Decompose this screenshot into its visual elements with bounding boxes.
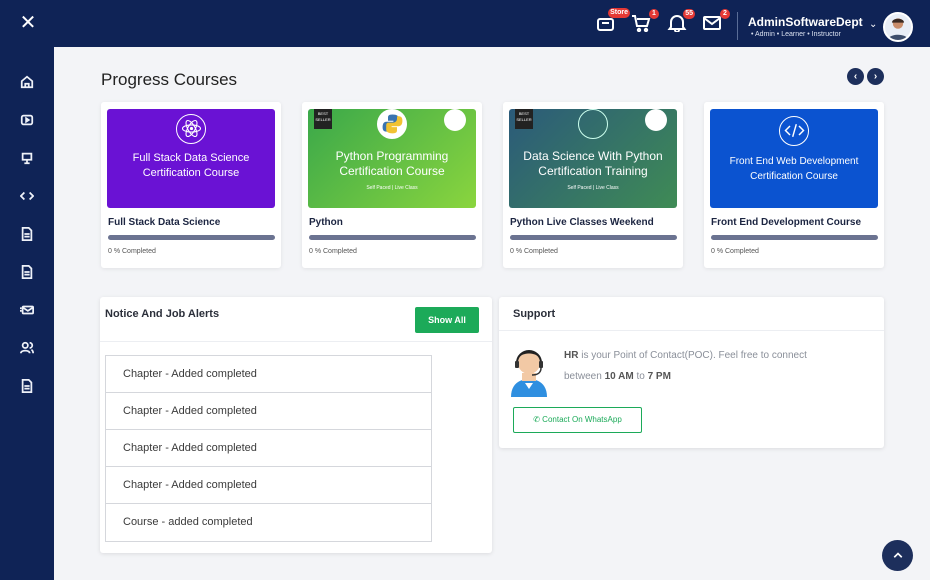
header-divider xyxy=(737,12,738,40)
sidebar xyxy=(0,47,54,580)
mail-icon[interactable]: 2 xyxy=(702,9,730,34)
store-badge: Store xyxy=(608,8,630,18)
progress-label: 0 % Completed xyxy=(309,248,357,255)
course-thumbnail[interactable]: Front End Web Development Certification … xyxy=(710,109,878,208)
video-icon[interactable] xyxy=(18,113,36,131)
progress-bar xyxy=(711,235,878,240)
panel-divider xyxy=(100,341,492,342)
panel-divider xyxy=(499,330,884,331)
support-text-between: between xyxy=(564,371,602,382)
support-panel: Support HR is your Point of Contact(POC)… xyxy=(499,297,884,448)
store-icon[interactable]: Store xyxy=(596,8,630,34)
user-roles: • Admin • Learner • Instructor xyxy=(751,31,841,38)
whatsapp-icon: ✆ xyxy=(533,415,540,424)
support-title: Support xyxy=(513,308,556,320)
progress-courses-title: Progress Courses xyxy=(101,70,238,89)
top-bar: ✕ Store 1 55 2 AdminSoftwareDept • Admin… xyxy=(0,0,930,47)
course-name[interactable]: Front End Development Course xyxy=(711,217,861,228)
thumb-title: Python Programming Certification Course xyxy=(335,149,449,178)
show-all-button[interactable]: Show All xyxy=(415,307,479,333)
code-icon xyxy=(779,116,809,146)
chevron-right-icon[interactable]: › xyxy=(867,68,884,85)
thumb-title: Front End Web Development Certification … xyxy=(729,156,859,182)
mail-badge: 2 xyxy=(720,9,730,19)
python-icon xyxy=(377,109,407,139)
support-to: to xyxy=(636,371,645,382)
course-card[interactable]: Full Stack Data Science Certification Co… xyxy=(101,102,281,268)
support-hr: HR xyxy=(564,350,579,361)
progress-bar xyxy=(510,235,677,240)
notice-title: Notice And Job Alerts xyxy=(105,308,220,320)
presentation-icon[interactable] xyxy=(18,151,36,169)
instructor-avatar xyxy=(444,109,466,131)
thumb-title: Full Stack Data Science Certification Co… xyxy=(132,152,250,179)
progress-label: 0 % Completed xyxy=(510,248,558,255)
progress-label: 0 % Completed xyxy=(711,248,759,255)
support-text-line1: is your Point of Contact(POC). Feel free… xyxy=(581,350,807,361)
scroll-to-top-button[interactable] xyxy=(882,540,913,571)
progress-bar xyxy=(108,235,275,240)
document-icon[interactable] xyxy=(18,227,36,245)
whatsapp-button[interactable]: ✆ Contact On WhatsApp xyxy=(513,407,642,433)
close-icon[interactable]: ✕ xyxy=(18,13,38,33)
cart-icon[interactable]: 1 xyxy=(631,9,659,34)
course-thumbnail[interactable]: BEST SELLER Python Programming Certifica… xyxy=(308,109,476,208)
notice-panel: Notice And Job Alerts Show All Chapter -… xyxy=(100,297,492,553)
list-item[interactable]: Chapter - Added completed xyxy=(106,430,431,467)
thumb-subtitle: Self Paced | Live Class xyxy=(567,185,619,191)
whatsapp-label: Contact On WhatsApp xyxy=(542,415,622,424)
course-thumbnail[interactable]: Full Stack Data Science Certification Co… xyxy=(107,109,275,208)
instructor-avatar xyxy=(645,109,667,131)
thumb-title: Data Science With Python Certification T… xyxy=(523,149,663,178)
document-icon[interactable] xyxy=(18,265,36,283)
course-card[interactable]: Front End Web Development Certification … xyxy=(704,102,884,268)
bell-badge: 55 xyxy=(683,9,695,19)
chevron-down-icon[interactable]: ⌄ xyxy=(869,19,877,30)
atom-icon xyxy=(176,114,206,144)
home-icon[interactable] xyxy=(18,75,36,93)
chevron-left-icon[interactable]: ‹ xyxy=(847,68,864,85)
list-item[interactable]: Course - added completed xyxy=(106,504,431,541)
course-thumbnail[interactable]: BEST SELLER Data Science With Python Cer… xyxy=(509,109,677,208)
avatar[interactable] xyxy=(883,12,913,42)
users-icon[interactable] xyxy=(18,341,36,359)
list-item[interactable]: Chapter - Added completed xyxy=(106,467,431,504)
list-item[interactable]: Chapter - Added completed xyxy=(106,393,431,430)
course-name[interactable]: Full Stack Data Science xyxy=(108,217,220,228)
notice-list: Chapter - Added completed Chapter - Adde… xyxy=(105,355,432,542)
code-icon[interactable] xyxy=(18,189,36,207)
mail-icon[interactable] xyxy=(18,303,36,321)
support-agent-icon xyxy=(507,343,551,397)
course-name[interactable]: Python xyxy=(309,217,343,228)
best-seller-ribbon: BEST SELLER xyxy=(314,109,332,129)
data-science-icon xyxy=(578,109,608,139)
thumb-subtitle: Self Paced | Live Class xyxy=(366,185,418,191)
support-from: 10 AM xyxy=(604,371,634,382)
cart-badge: 1 xyxy=(649,9,659,19)
course-card[interactable]: BEST SELLER Python Programming Certifica… xyxy=(302,102,482,268)
list-item[interactable]: Chapter - Added completed xyxy=(106,356,431,393)
user-name[interactable]: AdminSoftwareDept xyxy=(748,15,863,29)
course-card[interactable]: BEST SELLER Data Science With Python Cer… xyxy=(503,102,683,268)
support-until: 7 PM xyxy=(647,371,671,382)
course-name[interactable]: Python Live Classes Weekend xyxy=(510,217,654,228)
progress-label: 0 % Completed xyxy=(108,248,156,255)
best-seller-ribbon: BEST SELLER xyxy=(515,109,533,129)
bell-icon[interactable]: 55 xyxy=(667,9,695,34)
progress-bar xyxy=(309,235,476,240)
support-text: HR is your Point of Contact(POC). Feel f… xyxy=(564,345,854,387)
document-icon[interactable] xyxy=(18,379,36,397)
